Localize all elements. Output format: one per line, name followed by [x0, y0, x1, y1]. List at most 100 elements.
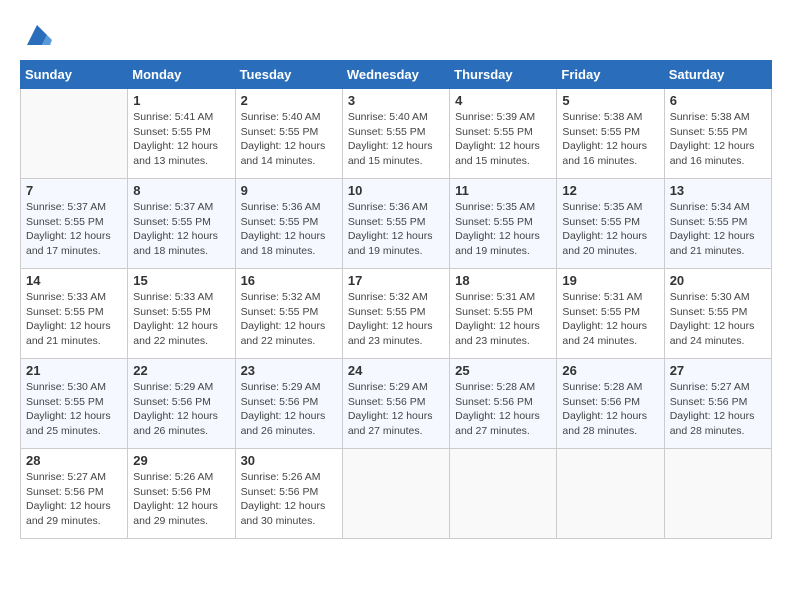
column-header-monday: Monday [128, 61, 235, 89]
calendar-day-cell: 20 Sunrise: 5:30 AMSunset: 5:55 PMDayligh… [664, 269, 771, 359]
day-number: 26 [562, 363, 658, 378]
calendar-week-row: 1 Sunrise: 5:41 AMSunset: 5:55 PMDaylight… [21, 89, 772, 179]
day-number: 16 [241, 273, 337, 288]
day-number: 4 [455, 93, 551, 108]
day-info: Sunrise: 5:32 AMSunset: 5:55 PMDaylight:… [241, 290, 337, 349]
column-header-sunday: Sunday [21, 61, 128, 89]
day-number: 11 [455, 183, 551, 198]
day-number: 9 [241, 183, 337, 198]
day-info: Sunrise: 5:41 AMSunset: 5:55 PMDaylight:… [133, 110, 229, 169]
day-number: 8 [133, 183, 229, 198]
calendar-day-cell: 4 Sunrise: 5:39 AMSunset: 5:55 PMDaylight… [450, 89, 557, 179]
day-info: Sunrise: 5:28 AMSunset: 5:56 PMDaylight:… [455, 380, 551, 439]
day-number: 14 [26, 273, 122, 288]
calendar-day-cell: 22 Sunrise: 5:29 AMSunset: 5:56 PMDayligh… [128, 359, 235, 449]
day-info: Sunrise: 5:27 AMSunset: 5:56 PMDaylight:… [26, 470, 122, 529]
day-info: Sunrise: 5:26 AMSunset: 5:56 PMDaylight:… [133, 470, 229, 529]
day-number: 30 [241, 453, 337, 468]
day-number: 5 [562, 93, 658, 108]
calendar-day-cell: 9 Sunrise: 5:36 AMSunset: 5:55 PMDaylight… [235, 179, 342, 269]
day-number: 13 [670, 183, 766, 198]
day-info: Sunrise: 5:30 AMSunset: 5:55 PMDaylight:… [26, 380, 122, 439]
day-number: 24 [348, 363, 444, 378]
calendar-day-cell: 28 Sunrise: 5:27 AMSunset: 5:56 PMDayligh… [21, 449, 128, 539]
day-number: 21 [26, 363, 122, 378]
calendar-day-cell: 10 Sunrise: 5:36 AMSunset: 5:55 PMDayligh… [342, 179, 449, 269]
calendar-day-cell: 27Sunrise: 5:27 AMSunset: 5:56 PMDayligh… [664, 359, 771, 449]
calendar-day-cell: 1 Sunrise: 5:41 AMSunset: 5:55 PMDaylight… [128, 89, 235, 179]
day-number: 17 [348, 273, 444, 288]
calendar-day-cell [664, 449, 771, 539]
day-info: Sunrise: 5:33 AMSunset: 5:55 PMDaylight:… [26, 290, 122, 349]
day-info: Sunrise: 5:29 AMSunset: 5:56 PMDaylight:… [348, 380, 444, 439]
day-info: Sunrise: 5:28 AMSunset: 5:56 PMDaylight:… [562, 380, 658, 439]
day-info: Sunrise: 5:38 AMSunset: 5:55 PMDaylight:… [670, 110, 766, 169]
calendar-day-cell: 7 Sunrise: 5:37 AMSunset: 5:55 PMDaylight… [21, 179, 128, 269]
calendar-day-cell: 26 Sunrise: 5:28 AMSunset: 5:56 PMDayligh… [557, 359, 664, 449]
day-number: 29 [133, 453, 229, 468]
day-info: Sunrise: 5:35 AMSunset: 5:55 PMDaylight:… [455, 200, 551, 259]
day-number: 23 [241, 363, 337, 378]
day-info: Sunrise: 5:33 AMSunset: 5:55 PMDaylight:… [133, 290, 229, 349]
day-info: Sunrise: 5:36 AMSunset: 5:55 PMDaylight:… [348, 200, 444, 259]
day-info: Sunrise: 5:31 AMSunset: 5:55 PMDaylight:… [455, 290, 551, 349]
calendar-day-cell: 15 Sunrise: 5:33 AMSunset: 5:55 PMDayligh… [128, 269, 235, 359]
day-info: Sunrise: 5:36 AMSunset: 5:55 PMDaylight:… [241, 200, 337, 259]
day-info: Sunrise: 5:31 AMSunset: 5:55 PMDaylight:… [562, 290, 658, 349]
calendar-day-cell: 17 Sunrise: 5:32 AMSunset: 5:55 PMDayligh… [342, 269, 449, 359]
calendar-day-cell [21, 89, 128, 179]
calendar-day-cell: 5 Sunrise: 5:38 AMSunset: 5:55 PMDaylight… [557, 89, 664, 179]
logo-icon [22, 20, 52, 50]
calendar-day-cell: 6Sunrise: 5:38 AMSunset: 5:55 PMDaylight… [664, 89, 771, 179]
calendar-day-cell: 18 Sunrise: 5:31 AMSunset: 5:55 PMDayligh… [450, 269, 557, 359]
calendar-day-cell: 13Sunrise: 5:34 AMSunset: 5:55 PMDayligh… [664, 179, 771, 269]
day-number: 2 [241, 93, 337, 108]
calendar-day-cell [557, 449, 664, 539]
day-number: 25 [455, 363, 551, 378]
day-number: 20 [670, 273, 766, 288]
calendar-day-cell: 2Sunrise: 5:40 AMSunset: 5:55 PMDaylight… [235, 89, 342, 179]
calendar-week-row: 7 Sunrise: 5:37 AMSunset: 5:55 PMDaylight… [21, 179, 772, 269]
column-header-friday: Friday [557, 61, 664, 89]
day-number: 7 [26, 183, 122, 198]
day-number: 19 [562, 273, 658, 288]
day-info: Sunrise: 5:37 AMSunset: 5:55 PMDaylight:… [26, 200, 122, 259]
day-info: Sunrise: 5:32 AMSunset: 5:55 PMDaylight:… [348, 290, 444, 349]
day-info: Sunrise: 5:29 AMSunset: 5:56 PMDaylight:… [241, 380, 337, 439]
calendar-day-cell: 16 Sunrise: 5:32 AMSunset: 5:55 PMDayligh… [235, 269, 342, 359]
column-header-tuesday: Tuesday [235, 61, 342, 89]
day-number: 18 [455, 273, 551, 288]
calendar-week-row: 28 Sunrise: 5:27 AMSunset: 5:56 PMDayligh… [21, 449, 772, 539]
calendar-week-row: 14 Sunrise: 5:33 AMSunset: 5:55 PMDayligh… [21, 269, 772, 359]
calendar-day-cell: 14 Sunrise: 5:33 AMSunset: 5:55 PMDayligh… [21, 269, 128, 359]
day-info: Sunrise: 5:30 AMSunset: 5:55 PMDaylight:… [670, 290, 766, 349]
calendar-day-cell: 8Sunrise: 5:37 AMSunset: 5:55 PMDaylight… [128, 179, 235, 269]
day-number: 1 [133, 93, 229, 108]
calendar-table: SundayMondayTuesdayWednesdayThursdayFrid… [20, 60, 772, 539]
day-info: Sunrise: 5:39 AMSunset: 5:55 PMDaylight:… [455, 110, 551, 169]
calendar-header-row: SundayMondayTuesdayWednesdayThursdayFrid… [21, 61, 772, 89]
column-header-thursday: Thursday [450, 61, 557, 89]
day-info: Sunrise: 5:38 AMSunset: 5:55 PMDaylight:… [562, 110, 658, 169]
calendar-day-cell: 24 Sunrise: 5:29 AMSunset: 5:56 PMDayligh… [342, 359, 449, 449]
day-info: Sunrise: 5:40 AMSunset: 5:55 PMDaylight:… [348, 110, 444, 169]
day-number: 15 [133, 273, 229, 288]
calendar-week-row: 21 Sunrise: 5:30 AMSunset: 5:55 PMDayligh… [21, 359, 772, 449]
day-number: 10 [348, 183, 444, 198]
calendar-day-cell: 11 Sunrise: 5:35 AMSunset: 5:55 PMDayligh… [450, 179, 557, 269]
day-info: Sunrise: 5:26 AMSunset: 5:56 PMDaylight:… [241, 470, 337, 529]
logo [20, 20, 52, 50]
day-number: 28 [26, 453, 122, 468]
calendar-day-cell [342, 449, 449, 539]
calendar-day-cell: 21 Sunrise: 5:30 AMSunset: 5:55 PMDayligh… [21, 359, 128, 449]
column-header-wednesday: Wednesday [342, 61, 449, 89]
calendar-day-cell: 19 Sunrise: 5:31 AMSunset: 5:55 PMDayligh… [557, 269, 664, 359]
calendar-day-cell: 25 Sunrise: 5:28 AMSunset: 5:56 PMDayligh… [450, 359, 557, 449]
day-number: 12 [562, 183, 658, 198]
day-info: Sunrise: 5:27 AMSunset: 5:56 PMDaylight:… [670, 380, 766, 439]
calendar-day-cell: 23 Sunrise: 5:29 AMSunset: 5:56 PMDayligh… [235, 359, 342, 449]
day-info: Sunrise: 5:35 AMSunset: 5:55 PMDaylight:… [562, 200, 658, 259]
day-number: 22 [133, 363, 229, 378]
day-info: Sunrise: 5:29 AMSunset: 5:56 PMDaylight:… [133, 380, 229, 439]
calendar-day-cell [450, 449, 557, 539]
